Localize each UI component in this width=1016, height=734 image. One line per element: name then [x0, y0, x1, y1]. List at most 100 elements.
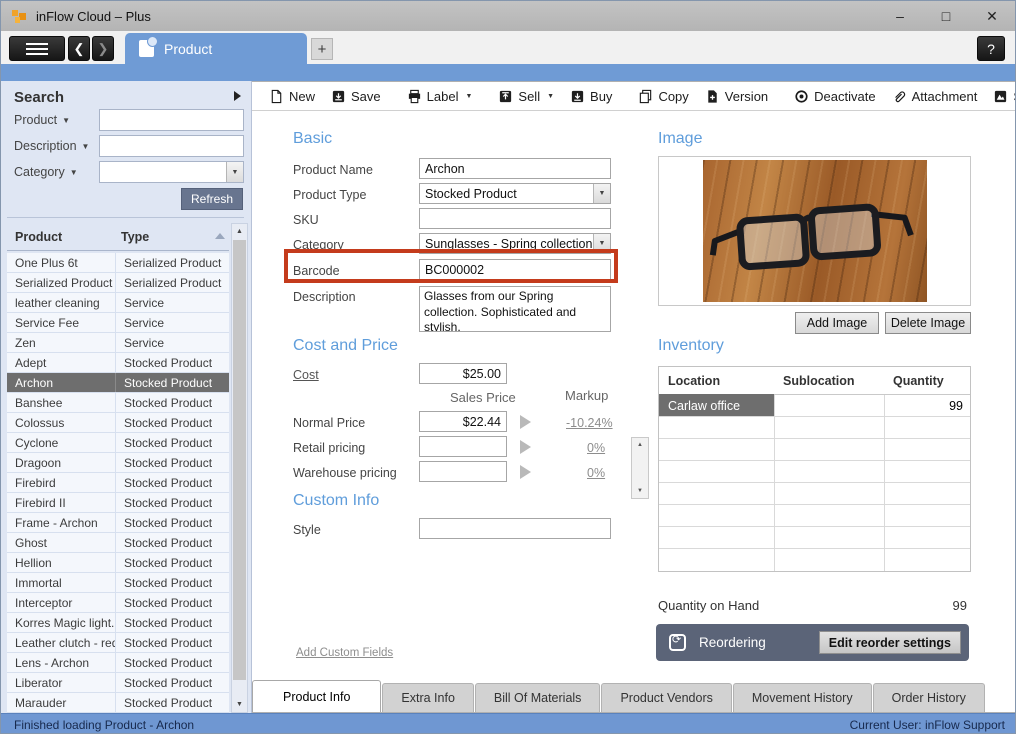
bottom-tab[interactable]: Extra Info: [382, 683, 474, 712]
search-product-input[interactable]: [99, 109, 244, 131]
price-apply-arrow-icon[interactable]: [520, 440, 531, 454]
description-textarea[interactable]: Glasses from our Spring collection. Soph…: [419, 286, 611, 332]
product-photo[interactable]: [703, 160, 927, 302]
retail-price-input[interactable]: [419, 436, 507, 457]
add-custom-fields-link[interactable]: Add Custom Fields: [296, 647, 393, 659]
inventory-row[interactable]: [659, 549, 970, 571]
help-button[interactable]: ?: [977, 36, 1005, 61]
product-list-row[interactable]: Leather clutch - red Stocked Product: [7, 633, 229, 653]
forward-button[interactable]: ❯: [92, 36, 114, 61]
inventory-row[interactable]: [659, 505, 970, 527]
category-select[interactable]: Sunglasses - Spring collection▼: [419, 233, 611, 254]
scroll-up-icon[interactable]: ▲: [232, 224, 247, 239]
new-button[interactable]: New: [263, 86, 321, 107]
sublocation-cell: [774, 417, 884, 438]
scroll-up-icon[interactable]: ▲: [632, 438, 648, 452]
minimize-button[interactable]: –: [877, 1, 923, 31]
product-list-row[interactable]: Zen Service: [7, 333, 229, 353]
bottom-tab[interactable]: Order History: [873, 683, 985, 712]
reordering-label: Reordering: [699, 635, 766, 650]
product-list-row[interactable]: Ghost Stocked Product: [7, 533, 229, 553]
product-list-row[interactable]: Cyclone Stocked Product: [7, 433, 229, 453]
cost-link[interactable]: Cost: [293, 368, 319, 382]
deactivate-button[interactable]: Deactivate: [788, 86, 881, 107]
inventory-row[interactable]: Carlaw office 99: [659, 395, 970, 417]
search-category-select[interactable]: ▼: [99, 161, 244, 183]
product-type-select[interactable]: Stocked Product▼: [419, 183, 611, 204]
bottom-tab[interactable]: Bill Of Materials: [475, 683, 601, 712]
collapse-panel-icon[interactable]: [234, 91, 241, 101]
column-product[interactable]: Product: [15, 230, 62, 244]
product-list-row[interactable]: Dragoon Stocked Product: [7, 453, 229, 473]
product-list-row[interactable]: Colossus Stocked Product: [7, 413, 229, 433]
retail-markup-link[interactable]: 0%: [587, 441, 605, 455]
bottom-tab[interactable]: Product Vendors: [601, 683, 731, 712]
product-list-scrollbar[interactable]: ▲ ▼: [231, 223, 248, 713]
showroom-button[interactable]: Showroom▼: [987, 86, 1016, 107]
scrollbar-thumb[interactable]: [233, 240, 246, 680]
copy-button[interactable]: Copy: [632, 86, 694, 107]
warehouse-price-input[interactable]: [419, 461, 507, 482]
search-category-label[interactable]: Category▼: [14, 161, 78, 183]
normal-price-input[interactable]: [419, 411, 507, 432]
price-apply-arrow-icon[interactable]: [520, 465, 531, 479]
price-apply-arrow-icon[interactable]: [520, 415, 531, 429]
edit-reorder-settings-button[interactable]: Edit reorder settings: [819, 631, 961, 654]
tab-product[interactable]: Product: [125, 33, 307, 64]
inventory-row[interactable]: [659, 461, 970, 483]
delete-image-button[interactable]: Delete Image: [885, 312, 971, 334]
inventory-row[interactable]: [659, 483, 970, 505]
normal-markup-link[interactable]: -10.24%: [566, 416, 613, 430]
product-list-row[interactable]: Archon Stocked Product: [7, 373, 229, 393]
sort-ascending-icon[interactable]: [215, 233, 225, 239]
save-button[interactable]: Save: [325, 86, 387, 107]
product-list-row[interactable]: Interceptor Stocked Product: [7, 593, 229, 613]
column-location: Location: [659, 367, 774, 394]
sku-input[interactable]: [419, 208, 611, 229]
add-image-button[interactable]: Add Image: [795, 312, 879, 334]
label-button[interactable]: Label▼: [401, 86, 479, 107]
product-list-row[interactable]: Serialized Product 1 Serialized Product: [7, 273, 229, 293]
bottom-tab[interactable]: Product Info: [252, 680, 381, 712]
scroll-down-icon[interactable]: ▼: [632, 484, 648, 498]
warehouse-markup-link[interactable]: 0%: [587, 466, 605, 480]
new-tab-button[interactable]: +: [311, 38, 333, 60]
product-list-row[interactable]: Korres Magic light... Stocked Product: [7, 613, 229, 633]
refresh-button[interactable]: Refresh: [181, 188, 243, 210]
bottom-tab[interactable]: Movement History: [733, 683, 872, 712]
hamburger-menu-button[interactable]: [9, 36, 65, 61]
scroll-down-icon[interactable]: ▼: [232, 697, 247, 712]
close-button[interactable]: ✕: [969, 1, 1015, 31]
search-product-label[interactable]: Product▼: [14, 109, 70, 131]
attachment-button[interactable]: Attachment: [886, 86, 984, 107]
column-type[interactable]: Type: [121, 230, 149, 244]
product-list-row[interactable]: Service Fee Service: [7, 313, 229, 333]
product-list-row[interactable]: Hellion Stocked Product: [7, 553, 229, 573]
style-input[interactable]: [419, 518, 611, 539]
inventory-row[interactable]: [659, 417, 970, 439]
buy-button[interactable]: Buy: [564, 86, 618, 107]
back-button[interactable]: ❮: [68, 36, 90, 61]
product-name-input[interactable]: [419, 158, 611, 179]
product-list-row[interactable]: Firebird II Stocked Product: [7, 493, 229, 513]
product-list-row[interactable]: Frame - Archon Stocked Product: [7, 513, 229, 533]
product-list-row[interactable]: Firebird Stocked Product: [7, 473, 229, 493]
maximize-button[interactable]: □: [923, 1, 969, 31]
version-button[interactable]: Version: [699, 86, 774, 107]
barcode-input[interactable]: [419, 259, 611, 280]
inventory-row[interactable]: [659, 527, 970, 549]
search-description-label[interactable]: Description▼: [14, 135, 89, 157]
product-list-row[interactable]: Liberator Stocked Product: [7, 673, 229, 693]
cost-input[interactable]: [419, 363, 507, 384]
search-description-input[interactable]: [99, 135, 244, 157]
product-list-row[interactable]: Lens - Archon Stocked Product: [7, 653, 229, 673]
product-list-row[interactable]: leather cleaning Service: [7, 293, 229, 313]
product-list-row[interactable]: Marauder Stocked Product: [7, 693, 229, 713]
product-list-row[interactable]: Adept Stocked Product: [7, 353, 229, 373]
product-list-row[interactable]: Banshee Stocked Product: [7, 393, 229, 413]
product-list-row[interactable]: One Plus 6t Serialized Product: [7, 253, 229, 273]
sell-button[interactable]: Sell▼: [492, 86, 560, 107]
inventory-row[interactable]: [659, 439, 970, 461]
price-list-scrollbar[interactable]: ▲ ▼: [631, 437, 649, 499]
product-list-row[interactable]: Immortal Stocked Product: [7, 573, 229, 593]
